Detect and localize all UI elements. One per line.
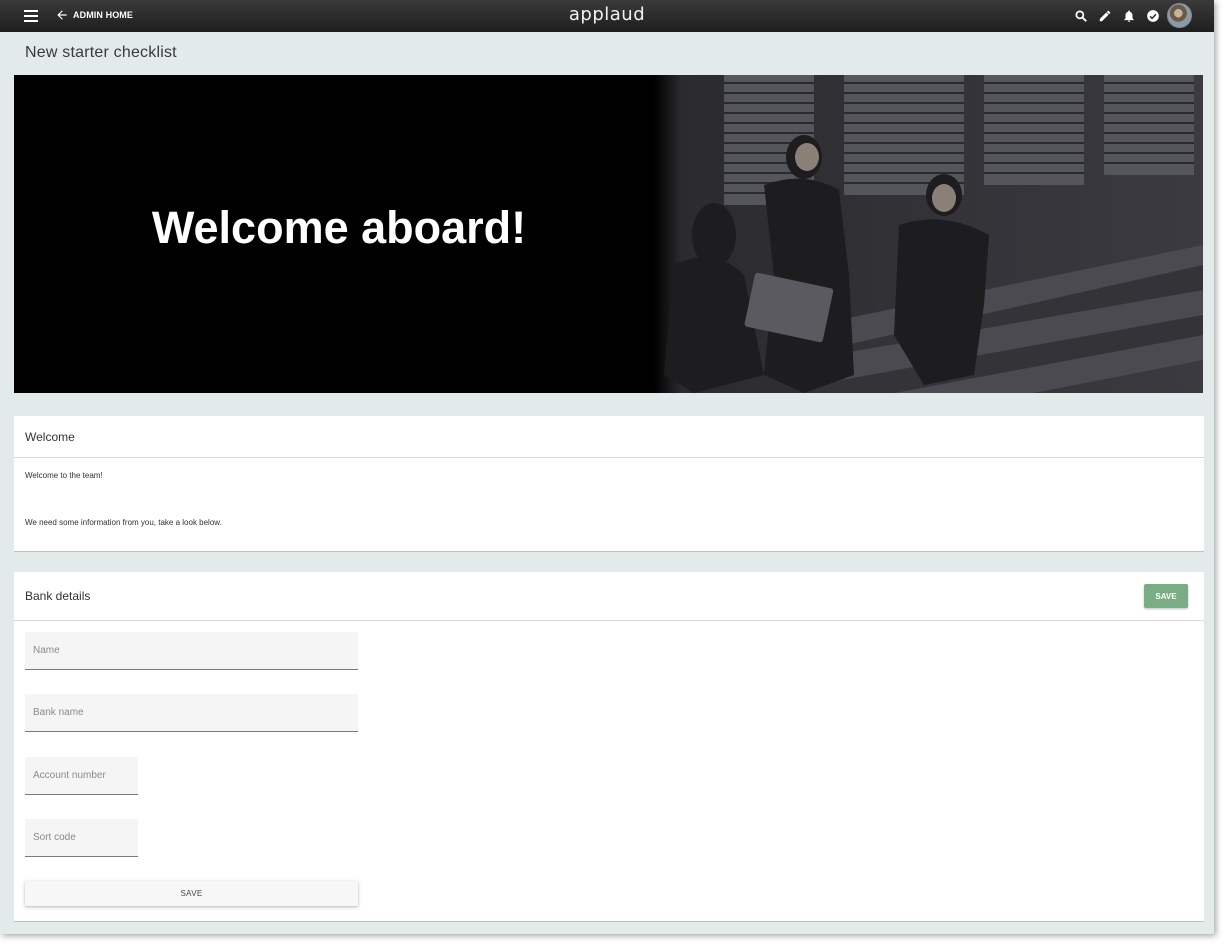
app-window: ADMIN HOME applaud New starter checklist…: [0, 0, 1214, 934]
top-bar: ADMIN HOME applaud: [0, 0, 1214, 32]
bank-details-card: Bank details SAVE SAVE: [14, 572, 1204, 922]
account-number-input[interactable]: [25, 757, 138, 794]
name-field[interactable]: [25, 632, 358, 670]
sort-code-field[interactable]: [25, 819, 138, 857]
search-icon: [1075, 9, 1087, 22]
bell-icon: [1124, 9, 1134, 22]
pencil-icon: [1099, 10, 1111, 21]
team-photo: [654, 75, 1203, 393]
name-input[interactable]: [25, 632, 358, 669]
page-title: New starter checklist: [25, 44, 177, 61]
sort-code-input[interactable]: [25, 819, 138, 856]
bank-name-field[interactable]: [25, 694, 358, 732]
admin-home-link[interactable]: ADMIN HOME: [55, 8, 133, 22]
bank-name-input[interactable]: [25, 694, 358, 731]
menu-icon[interactable]: [24, 10, 38, 22]
save-button-top[interactable]: SAVE: [1144, 584, 1188, 608]
welcome-card-title: Welcome: [14, 416, 1204, 458]
admin-home-label: ADMIN HOME: [73, 10, 133, 20]
avatar[interactable]: [1167, 3, 1192, 28]
app-logo: applaud: [568, 4, 646, 25]
edit-button[interactable]: [1097, 8, 1113, 24]
bank-details-title: Bank details: [14, 572, 1204, 621]
welcome-banner: Welcome aboard!: [14, 75, 1203, 393]
tasks-button[interactable]: [1145, 8, 1161, 24]
notifications-button[interactable]: [1121, 8, 1137, 24]
arrow-left-icon: [57, 10, 67, 20]
welcome-card: Welcome Welcome to the team! We need som…: [14, 416, 1204, 552]
save-button-bottom[interactable]: SAVE: [25, 881, 358, 906]
banner-heading: Welcome aboard!: [151, 202, 527, 253]
welcome-line-1: Welcome to the team!: [25, 471, 103, 480]
account-number-field[interactable]: [25, 757, 138, 795]
search-button[interactable]: [1073, 8, 1089, 24]
check-circle-icon: [1147, 9, 1159, 22]
top-actions: [1065, 3, 1192, 28]
welcome-line-2: We need some information from you, take …: [25, 518, 222, 527]
